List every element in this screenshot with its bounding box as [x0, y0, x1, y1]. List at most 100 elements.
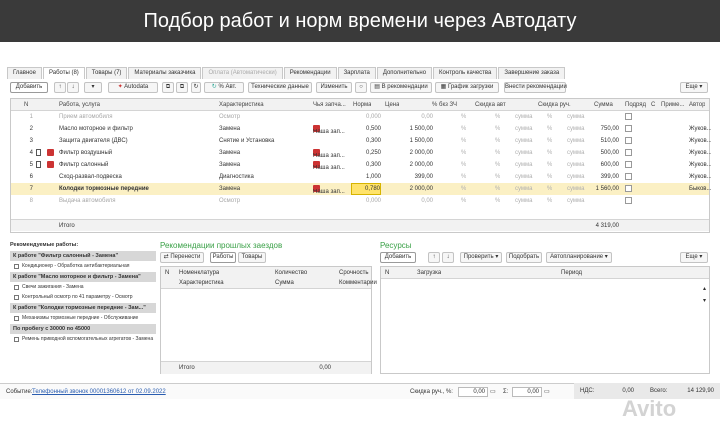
- resources-add-button[interactable]: Добавить: [380, 252, 416, 263]
- header-price[interactable]: Цена: [385, 99, 399, 111]
- recommendation-item[interactable]: Ремень приводной вспомогательных агрегат…: [10, 334, 156, 344]
- check-button[interactable]: Проверить ▾: [460, 252, 502, 263]
- percent-auto-button[interactable]: ↻ % Авт.: [204, 82, 244, 93]
- transfer-button[interactable]: ⇄ Перенести: [160, 252, 204, 263]
- norm-value[interactable]: 1,000: [351, 171, 381, 183]
- table-row[interactable]: 1 Прием автомобиля Осмотр 0,000 0,00%% сумма%…: [11, 111, 709, 123]
- past-header-sum[interactable]: Сумма: [275, 277, 294, 289]
- norm-value[interactable]: 0,000: [351, 111, 381, 123]
- contract-checkbox[interactable]: [625, 137, 632, 144]
- header-char[interactable]: Характеристика: [219, 99, 264, 111]
- bring-recommendations-button[interactable]: Внести рекомендации: [504, 82, 567, 93]
- header-whose[interactable]: Чья запча...: [313, 99, 346, 111]
- past-header-char[interactable]: Характеристика: [179, 277, 224, 289]
- recommendation-group[interactable]: К работе "Колодки тормозные передние - З…: [10, 303, 156, 313]
- recommendation-group[interactable]: По пробегу с 30000 по 45000: [10, 324, 156, 334]
- contract-checkbox[interactable]: [625, 161, 632, 168]
- event-link[interactable]: Телефонный звонок 00001360612 от 02.09.2…: [32, 386, 166, 398]
- table-row[interactable]: 4 Фильтр воздушный Замена Наша зап... 0,250 2…: [11, 147, 711, 159]
- circle-icon[interactable]: ○: [355, 82, 367, 93]
- resources-header-n[interactable]: N: [385, 267, 389, 279]
- resources-header-load[interactable]: Загрузка: [417, 267, 441, 279]
- scroll-down-icon[interactable]: ▾: [703, 297, 706, 304]
- paste-icon[interactable]: ⧉: [176, 82, 188, 93]
- checkbox-icon[interactable]: [14, 294, 19, 300]
- sum-picker-icon[interactable]: ▭: [544, 388, 550, 395]
- header-c[interactable]: С: [651, 99, 655, 111]
- norm-value[interactable]: 0,300: [351, 159, 381, 171]
- checkbox-icon[interactable]: [14, 263, 19, 269]
- contract-checkbox[interactable]: [625, 173, 632, 180]
- header-norm[interactable]: Норма: [353, 99, 371, 111]
- recommendation-item[interactable]: Механизмы тормозные передние - Обслужива…: [10, 313, 156, 323]
- contract-checkbox[interactable]: [625, 125, 632, 132]
- checkbox-icon[interactable]: [14, 315, 19, 321]
- sum-input[interactable]: 0,00: [512, 387, 542, 397]
- norm-value[interactable]: 0,250: [351, 147, 381, 159]
- contract-checkbox[interactable]: [625, 185, 632, 192]
- resources-up-button[interactable]: ↑: [428, 252, 440, 263]
- more-button[interactable]: Еще ▾: [680, 82, 708, 93]
- recommendation-item[interactable]: Контрольный осмотр по 41 параметру - Осм…: [10, 292, 156, 302]
- add-button[interactable]: Добавить: [10, 82, 48, 93]
- header-author[interactable]: Автор: [689, 99, 705, 111]
- recommendation-item[interactable]: Кондиционер - Обработка антибактериальна…: [10, 261, 156, 271]
- header-pct[interactable]: % бкз ЗЧ: [432, 99, 457, 111]
- schedule-button[interactable]: ▦ График загрузки: [435, 82, 499, 93]
- copy-icon[interactable]: ⧉: [162, 82, 174, 93]
- table-row[interactable]: 5 Фильтр салонный Замена Наша зап... 0,300 2 …: [11, 159, 711, 171]
- works-toggle[interactable]: Работы: [210, 252, 236, 263]
- header-disc-auto[interactable]: Скидка авт: [475, 99, 506, 111]
- header-work[interactable]: Работа, услуга: [59, 99, 100, 111]
- tab-works[interactable]: Работы (8): [42, 67, 85, 79]
- pick-button[interactable]: Подобрать: [506, 252, 542, 263]
- table-row[interactable]: 6 Сход-развал-подвеска Диагностика 1,000 399…: [11, 171, 711, 183]
- to-recommendations-button[interactable]: ▤ В рекомендации: [370, 82, 432, 93]
- tab-payment[interactable]: Оплата (Автоматически): [202, 67, 283, 79]
- discount-picker-icon[interactable]: ▭: [490, 388, 496, 395]
- header-sum[interactable]: Сумма: [594, 99, 613, 111]
- tab-quality-control[interactable]: Контроль качества: [433, 67, 498, 79]
- tab-goods[interactable]: Товары (7): [85, 67, 128, 79]
- norm-value[interactable]: 0,780: [351, 183, 381, 195]
- tab-salary[interactable]: Зарплата: [337, 67, 376, 79]
- autodata-button[interactable]: ✦ Autodata: [108, 82, 158, 93]
- tab-recommendations[interactable]: Рекомендации: [283, 67, 337, 79]
- checkbox-icon[interactable]: [14, 336, 19, 342]
- header-disc-man[interactable]: Скидка руч.: [538, 99, 571, 111]
- goods-toggle[interactable]: Товары: [238, 252, 266, 263]
- refresh-icon[interactable]: ↻: [191, 82, 201, 93]
- resources-header-period[interactable]: Период: [561, 267, 582, 279]
- move-down-button[interactable]: ↓: [67, 82, 79, 93]
- tab-main[interactable]: Главное: [7, 67, 42, 79]
- tab-completion[interactable]: Завершение заказа: [498, 67, 566, 79]
- scroll-up-icon[interactable]: ▴: [703, 285, 706, 292]
- past-header-n[interactable]: N: [165, 267, 169, 279]
- contract-checkbox[interactable]: [625, 113, 632, 120]
- contract-checkbox[interactable]: [625, 149, 632, 156]
- change-button[interactable]: Изменить: [316, 82, 352, 93]
- recommendation-group[interactable]: К работе "Фильтр салонный - Замена": [10, 251, 156, 261]
- table-row[interactable]: 2 Масло моторное и фильтр Замена Наша зап..…: [11, 123, 711, 135]
- table-row[interactable]: 8 Выдача автомобиля Осмотр 0,000 0,00%% сумма…: [11, 195, 709, 207]
- table-row[interactable]: 3 Защита двигателя (ДВС) Снятие и Установк…: [11, 135, 711, 147]
- norm-value[interactable]: 0,500: [351, 123, 381, 135]
- norm-value[interactable]: 0,000: [351, 195, 381, 207]
- contract-checkbox[interactable]: [625, 197, 632, 204]
- move-up-button[interactable]: ↑: [54, 82, 66, 93]
- resources-more-button[interactable]: Еще ▾: [680, 252, 708, 263]
- filter-icon[interactable]: ▾: [84, 82, 102, 93]
- tab-customer-materials[interactable]: Материалы заказчика: [128, 67, 202, 79]
- tech-data-button[interactable]: Технические данные: [248, 82, 312, 93]
- norm-value[interactable]: 0,300: [351, 135, 381, 147]
- tab-additional[interactable]: Дополнительно: [376, 67, 433, 79]
- header-contract[interactable]: Подряд: [625, 99, 647, 111]
- recommendation-group[interactable]: К работе "Масло моторное и фильтр - Заме…: [10, 272, 156, 282]
- resources-down-button[interactable]: ↓: [442, 252, 454, 263]
- autoplan-button[interactable]: Автопланирование ▾: [546, 252, 612, 263]
- header-n[interactable]: N: [24, 99, 28, 111]
- past-header-comments[interactable]: Комментарии: [339, 277, 377, 289]
- checkbox-icon[interactable]: [14, 284, 19, 290]
- recommendation-item[interactable]: Свечи зажигания - Замена: [10, 282, 156, 292]
- discount-input[interactable]: 0,00: [458, 387, 488, 397]
